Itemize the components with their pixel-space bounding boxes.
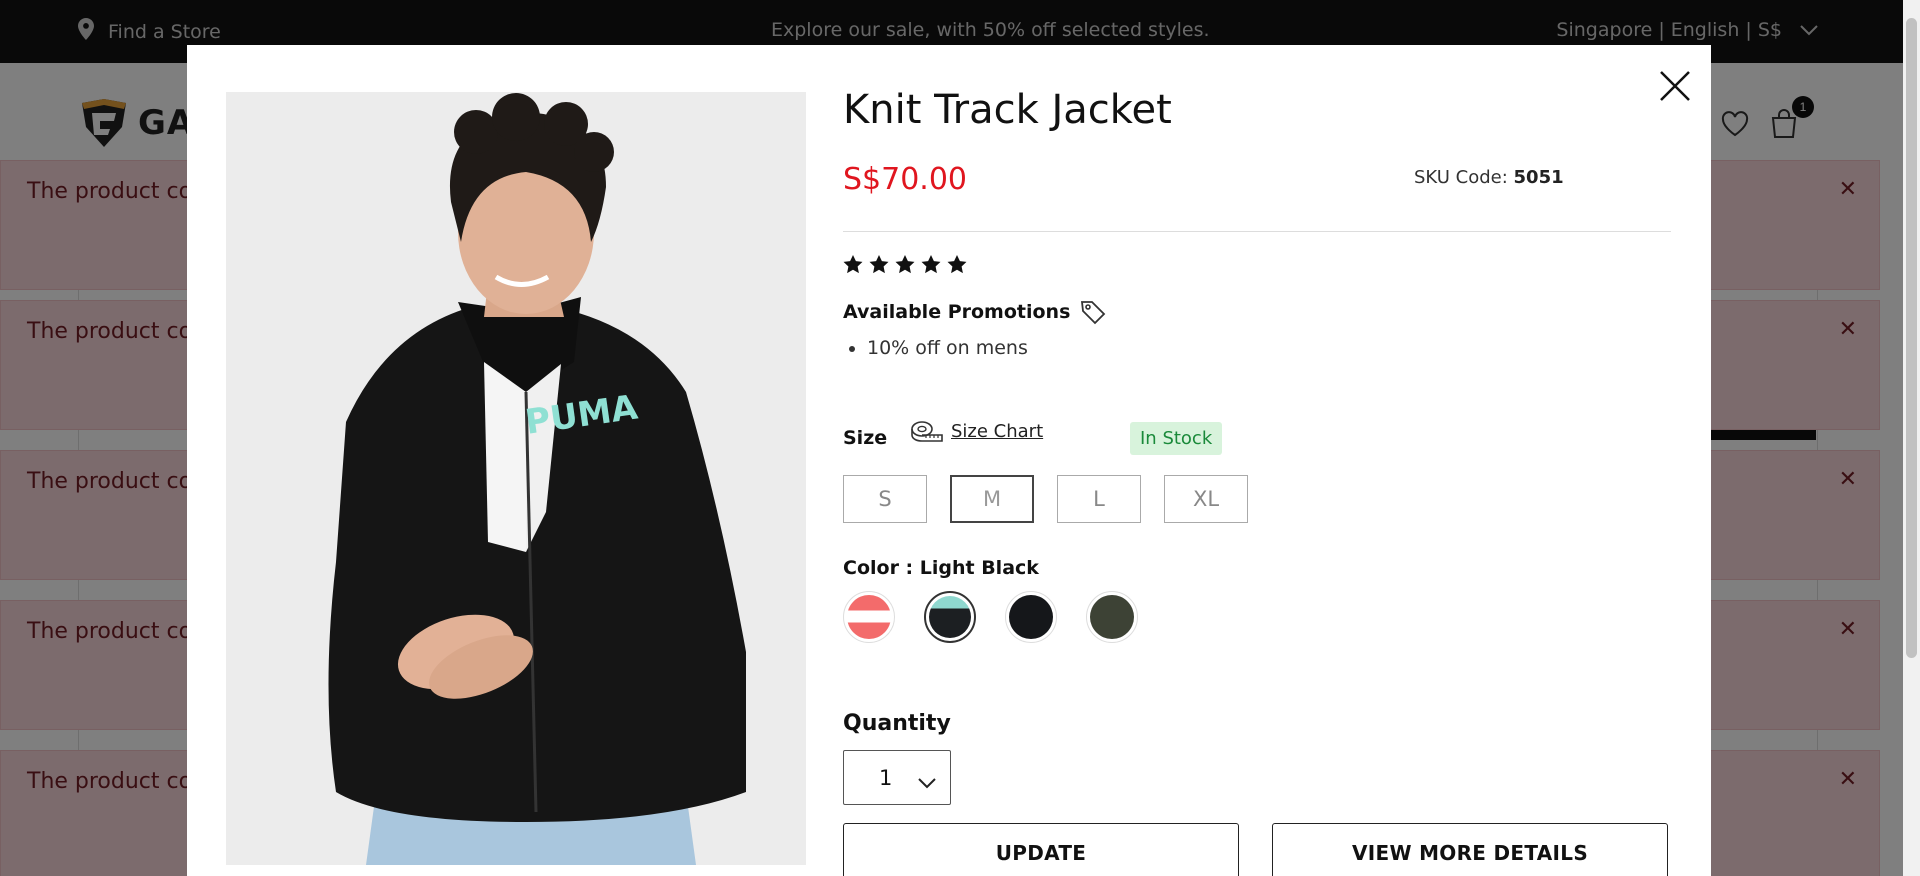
quantity-label: Quantity — [843, 711, 951, 736]
swatch-fill — [1009, 595, 1053, 639]
chevron-down-icon — [918, 770, 936, 794]
measuring-tape-icon — [911, 421, 943, 442]
update-button[interactable]: UPDATE — [843, 823, 1239, 876]
promotion-item: 10% off on mens — [867, 337, 1028, 359]
star-icon — [921, 255, 941, 274]
color-swatch-olive[interactable] — [1086, 591, 1138, 643]
divider — [843, 231, 1671, 232]
size-label: Size — [843, 427, 888, 449]
stock-status-badge: In Stock — [1130, 422, 1223, 455]
star-icon — [869, 255, 889, 274]
star-icon — [895, 255, 915, 274]
promotions-list: 10% off on mens — [867, 337, 1028, 359]
size-options: S M L XL — [843, 475, 1248, 523]
color-label: Color : Light Black — [843, 557, 1039, 579]
page-scrollbar[interactable] — [1903, 0, 1920, 876]
promotions-heading: Available Promotions — [843, 299, 1106, 325]
color-swatches — [843, 591, 1138, 643]
model-photo-illustration: PUMA — [226, 92, 806, 865]
close-modal-button[interactable] — [1655, 66, 1695, 106]
view-more-details-button[interactable]: VIEW MORE DETAILS — [1272, 823, 1668, 876]
color-swatch-red-white[interactable] — [843, 591, 895, 643]
size-option-xl[interactable]: XL — [1164, 475, 1248, 523]
scrollbar-thumb[interactable] — [1906, 18, 1917, 658]
sku-value: 5051 — [1513, 167, 1564, 188]
swatch-fill — [847, 595, 891, 639]
size-option-m[interactable]: M — [950, 475, 1034, 523]
swatch-fill — [929, 596, 971, 638]
sku-label: SKU Code: — [1414, 167, 1508, 188]
product-title: Knit Track Jacket — [843, 87, 1172, 133]
size-chart-link[interactable]: Size Chart — [911, 420, 1043, 442]
quick-view-modal: PUMA Knit Track Jacket S$70.00 SKU Code:… — [187, 45, 1711, 876]
size-header-row: Size Size Chart In Stock — [843, 420, 1673, 456]
rating-stars — [843, 255, 967, 274]
size-chart-label: Size Chart — [951, 420, 1044, 442]
star-icon — [843, 255, 863, 274]
product-image: PUMA — [226, 92, 806, 865]
size-option-l[interactable]: L — [1057, 475, 1141, 523]
swatch-fill — [1090, 595, 1134, 639]
close-icon — [1660, 71, 1690, 101]
quantity-select[interactable]: 1 — [843, 750, 951, 805]
size-option-s[interactable]: S — [843, 475, 927, 523]
tag-icon — [1081, 301, 1106, 325]
quantity-value: 1 — [879, 765, 893, 790]
color-swatch-light-black[interactable] — [924, 591, 976, 643]
promotions-heading-label: Available Promotions — [843, 301, 1071, 323]
sku-code: SKU Code: 5051 — [1414, 167, 1564, 188]
product-price: S$70.00 — [843, 162, 968, 197]
star-icon — [947, 255, 967, 274]
color-swatch-black[interactable] — [1005, 591, 1057, 643]
